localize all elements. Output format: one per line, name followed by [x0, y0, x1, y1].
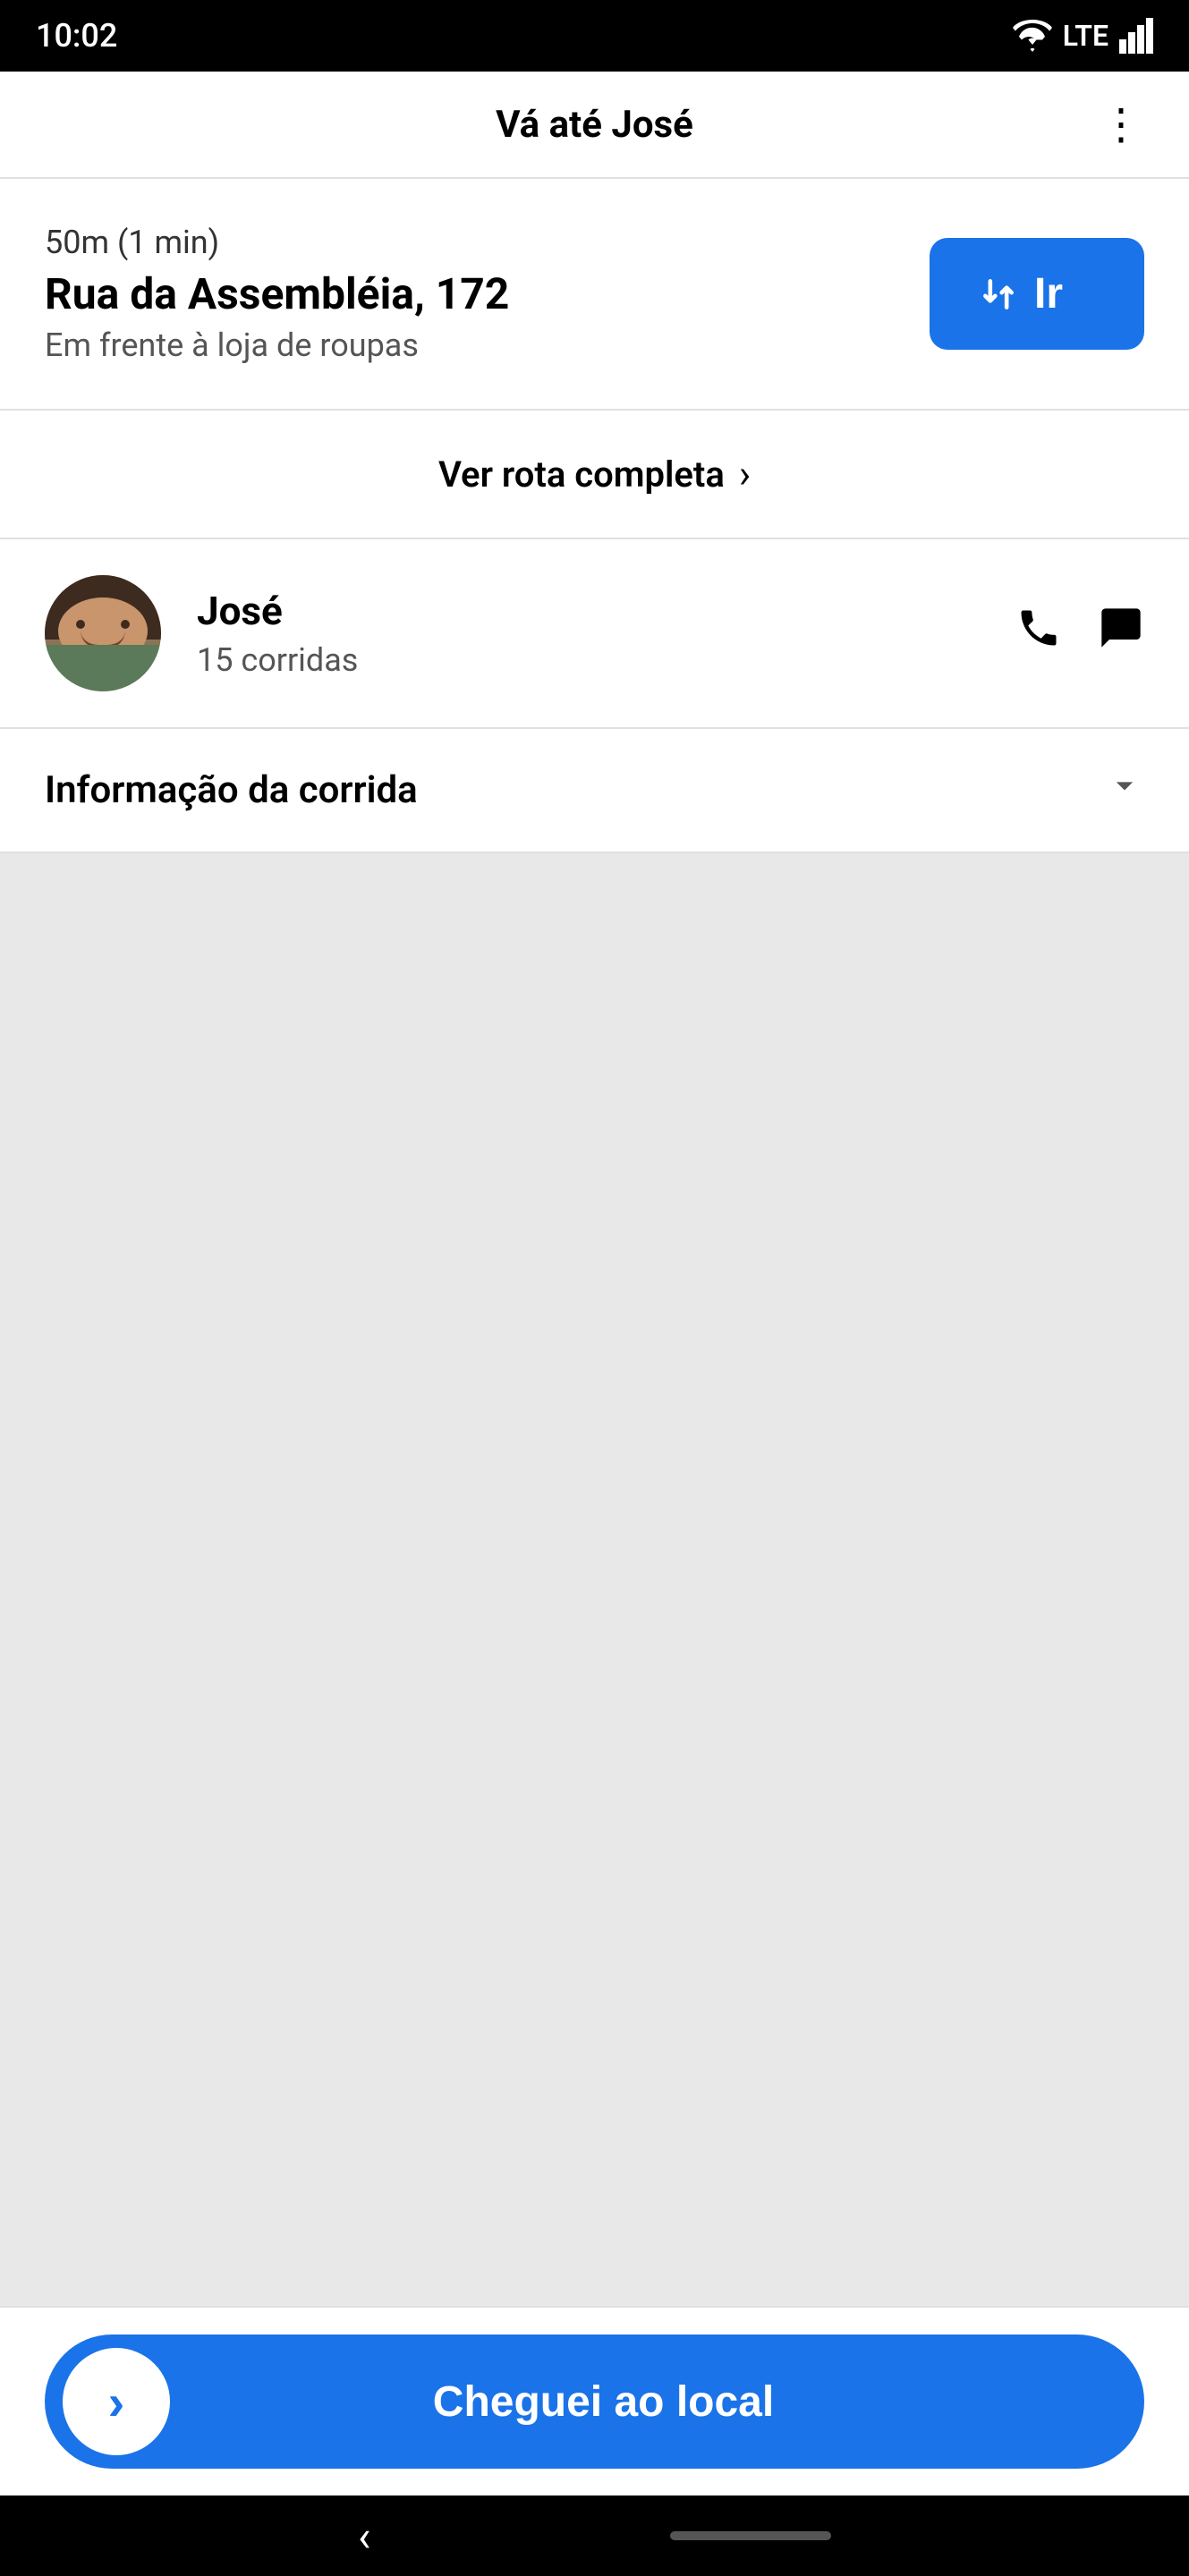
menu-button[interactable]: ⋮	[1100, 103, 1144, 146]
arrived-button-section: › Cheguei ao local	[0, 2306, 1189, 2496]
message-button[interactable]	[1098, 605, 1144, 663]
status-bar: 10:02 LTE	[0, 0, 1189, 72]
driver-info: José 15 corridas	[197, 588, 980, 679]
driver-avatar	[45, 575, 161, 691]
go-button-label: Ir	[1034, 269, 1063, 318]
ride-info-section[interactable]: Informação da corrida	[0, 729, 1189, 853]
app-content: Vá até José ⋮ 50m (1 min) Rua da Assembl…	[0, 72, 1189, 2496]
home-indicator	[670, 2531, 831, 2540]
go-button[interactable]: Ir	[930, 238, 1144, 350]
view-route-section[interactable]: Ver rota completa ›	[0, 411, 1189, 539]
avatar-eye-left	[76, 620, 85, 629]
page-title: Vá até José	[496, 103, 693, 147]
route-note: Em frente à loja de roupas	[45, 326, 509, 364]
driver-name: José	[197, 588, 980, 634]
status-icons: LTE	[1013, 18, 1153, 54]
driver-actions	[1015, 605, 1144, 663]
arrived-chevron-icon: ›	[108, 2373, 125, 2431]
lte-label: LTE	[1063, 19, 1108, 53]
route-distance: 50m (1 min)	[45, 224, 509, 261]
signal-icon	[1119, 18, 1153, 54]
wifi-icon	[1013, 20, 1052, 52]
route-address: Rua da Assembléia, 172	[45, 268, 509, 319]
arrived-button[interactable]: › Cheguei ao local	[45, 2334, 1144, 2469]
view-route-chevron-icon: ›	[739, 451, 751, 497]
driver-rides: 15 corridas	[197, 641, 980, 679]
status-time: 10:02	[36, 17, 117, 55]
arrived-slider: ›	[63, 2348, 170, 2455]
route-swap-icon	[979, 275, 1018, 314]
ride-info-chevron-icon	[1105, 765, 1144, 816]
avatar-body	[45, 645, 161, 691]
back-button[interactable]: ‹	[358, 2511, 370, 2562]
top-bar: Vá até José ⋮	[0, 72, 1189, 179]
avatar-eye-right	[121, 620, 130, 629]
arrived-label: Cheguei ao local	[170, 2377, 1037, 2427]
ride-info-label: Informação da corrida	[45, 768, 418, 812]
route-info: 50m (1 min) Rua da Assembléia, 172 Em fr…	[45, 224, 509, 364]
map-area	[0, 853, 1189, 2306]
route-section: 50m (1 min) Rua da Assembléia, 172 Em fr…	[0, 179, 1189, 411]
driver-section: José 15 corridas	[0, 539, 1189, 729]
bottom-nav: ‹	[0, 2496, 1189, 2576]
call-button[interactable]	[1015, 605, 1062, 663]
view-route-label: Ver rota completa	[438, 453, 725, 496]
